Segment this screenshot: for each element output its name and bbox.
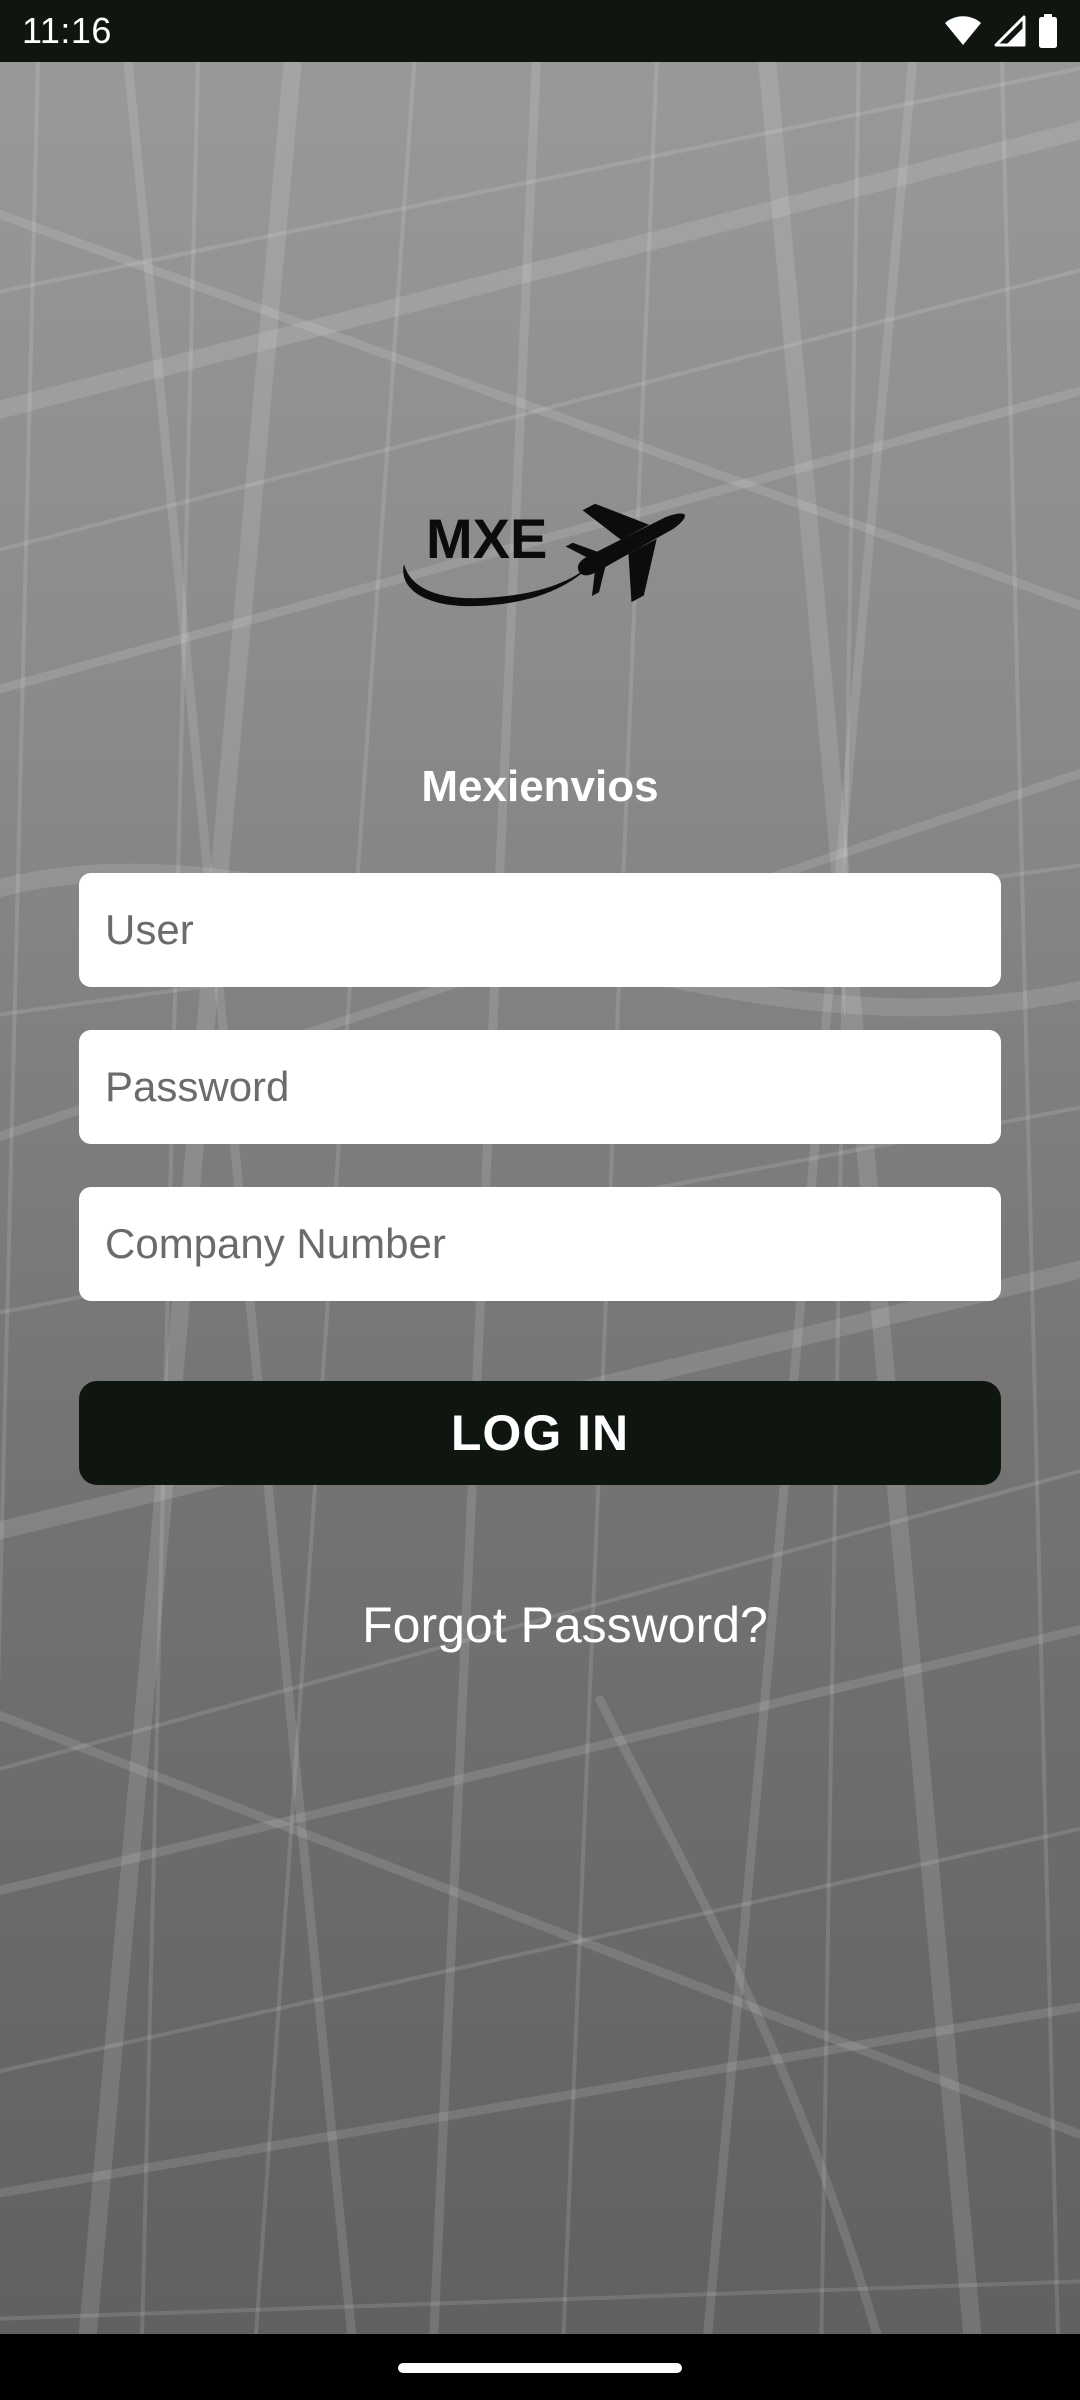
status-bar: 11:16 bbox=[0, 0, 1080, 62]
logo-text: MXE bbox=[426, 507, 547, 570]
airplane-icon bbox=[565, 503, 685, 603]
battery-icon bbox=[1039, 14, 1057, 48]
company-number-field[interactable] bbox=[79, 1187, 1001, 1301]
password-field[interactable] bbox=[79, 1030, 1001, 1144]
navigation-bar bbox=[0, 2334, 1080, 2400]
status-icons bbox=[944, 14, 1058, 48]
forgot-password-link[interactable]: Forgot Password? bbox=[0, 1596, 1080, 1654]
login-screen: 11:16 MXE Mexienvios User Company Number… bbox=[0, 0, 1080, 2400]
user-field[interactable] bbox=[79, 873, 1001, 987]
home-indicator[interactable] bbox=[398, 2363, 682, 2373]
login-button[interactable]: LOG IN bbox=[79, 1381, 1001, 1485]
wifi-icon bbox=[945, 16, 981, 45]
cellular-signal-icon bbox=[994, 15, 1026, 47]
status-time: 11:16 bbox=[22, 10, 112, 51]
password-input[interactable] bbox=[105, 1030, 975, 1144]
company-number-input[interactable] bbox=[105, 1187, 975, 1301]
app-name: Mexienvios bbox=[421, 762, 659, 811]
user-input[interactable] bbox=[105, 873, 975, 987]
mxe-logo: MXE bbox=[403, 503, 685, 607]
